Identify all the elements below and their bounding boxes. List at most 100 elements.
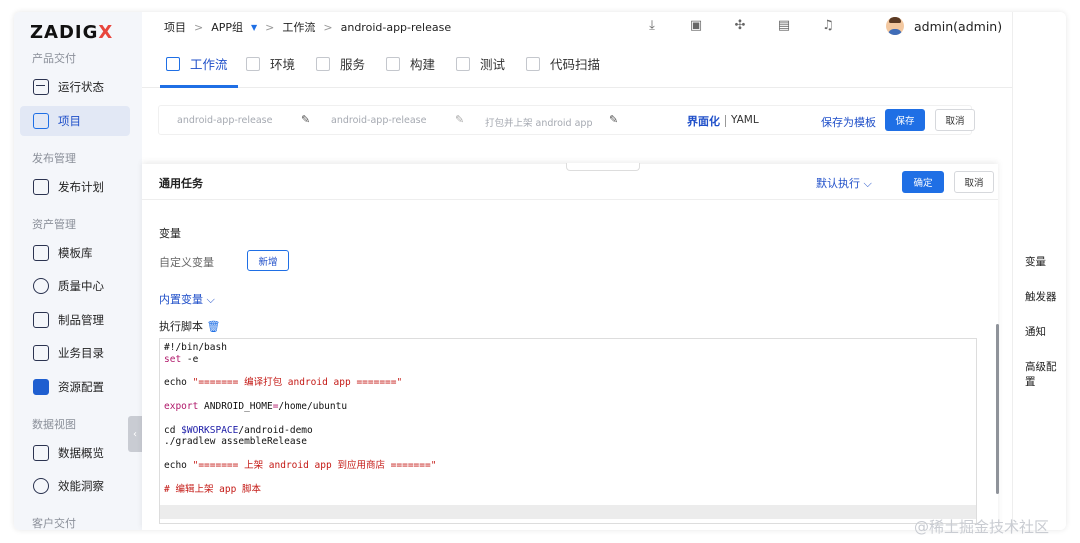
edit-icon[interactable]: ✎	[609, 113, 618, 126]
code-line: #!/bin/bash	[164, 342, 227, 353]
tab-label: 服务	[340, 57, 366, 72]
tab-environment[interactable]: 环境	[246, 54, 295, 73]
tab-workflow[interactable]: 工作流	[166, 54, 228, 73]
catalog-icon	[33, 345, 49, 361]
mode-ui-toggle[interactable]: 界面化	[687, 113, 720, 129]
drawer-cancel-button[interactable]: 取消	[954, 171, 994, 193]
workflow-header-bar: android-app-release ✎ android-app-releas…	[158, 105, 975, 135]
save-as-template-button[interactable]: 保存为模板	[821, 114, 876, 130]
workflow-desc-field[interactable]: 打包并上架 android app	[485, 115, 592, 129]
tab-service[interactable]: 服务	[316, 54, 365, 73]
code-line: # 编辑上架 app 脚本	[164, 483, 262, 495]
script-editor[interactable]: #!/bin/bash set -e echo "======= 编译打包 an…	[159, 338, 977, 524]
breadcrumb: 项目 > APP组 ▼ > 工作流 > android-app-release	[164, 19, 451, 35]
sidebar-item-artifact-management[interactable]: 制品管理	[20, 305, 130, 335]
variables-title: 变量	[159, 227, 181, 240]
tab-label: 构建	[410, 57, 436, 72]
tab-test[interactable]: 测试	[456, 54, 505, 73]
anchor-advanced[interactable]: 高级配置	[1025, 359, 1066, 389]
sidebar-item-label: 发布计划	[58, 180, 104, 194]
sidebar-section-data-view: 数据视图	[32, 418, 76, 431]
tab-label: 环境	[270, 57, 296, 72]
builtin-vars-toggle[interactable]: 内置变量 ⌵	[159, 291, 215, 307]
tab-bar: 工作流 环境 服务 构建 测试 代码扫描	[142, 40, 1066, 88]
sidebar-item-label: 数据概览	[58, 446, 104, 460]
sidebar-item-quality-center[interactable]: 质量中心	[20, 271, 130, 301]
sidebar-item-template-library[interactable]: 模板库	[20, 238, 130, 268]
watermark-text: @稀土掘金技术社区	[914, 518, 1050, 536]
breadcrumb-workflow[interactable]: 工作流	[282, 19, 315, 35]
download-icon[interactable]: ⤓	[644, 18, 660, 34]
save-button[interactable]: 保存	[885, 109, 925, 131]
service-icon	[316, 56, 330, 71]
docs-icon[interactable]: ▤	[776, 18, 792, 34]
anchor-triggers[interactable]: 触发器	[1025, 289, 1057, 304]
divider	[725, 115, 726, 127]
top-icon-group: ⤓ ▣ ✣ ▤ ♫	[644, 18, 836, 34]
code-line: ./gradlew assembleRelease	[164, 436, 307, 448]
scrollbar-thumb[interactable]	[996, 324, 999, 494]
workflow-name-field[interactable]: android-app-release	[177, 115, 272, 126]
tab-label: 工作流	[190, 57, 228, 72]
add-variable-button[interactable]: 新增	[247, 250, 289, 271]
user-menu[interactable]: admin(admin)	[886, 17, 1002, 35]
breadcrumb-projects[interactable]: 项目	[164, 19, 186, 35]
sidebar-item-data-overview[interactable]: 数据概览	[20, 438, 130, 468]
custom-vars-label: 自定义变量	[159, 256, 214, 269]
sidebar-item-label: 资源配置	[58, 380, 104, 394]
breadcrumb-separator: >	[194, 20, 204, 34]
sidebar-section-release: 发布管理	[32, 152, 76, 165]
bell-icon[interactable]: ♫	[820, 18, 836, 34]
code-line: set -e	[164, 353, 199, 365]
sidebar-item-label: 项目	[58, 114, 81, 128]
caret-down-icon[interactable]: ▼	[251, 23, 257, 32]
tab-label: 测试	[480, 57, 506, 72]
plan-icon	[33, 179, 49, 195]
breadcrumb-group[interactable]: APP组	[211, 19, 243, 35]
trash-icon[interactable]: 🗑	[207, 320, 221, 333]
workflow-key-field[interactable]: android-app-release	[331, 115, 426, 126]
sidebar-item-label: 运行状态	[58, 80, 104, 94]
zadig-logo[interactable]: ZADIGX	[30, 22, 113, 43]
cancel-button[interactable]: 取消	[935, 109, 975, 131]
sidebar-item-release-plan[interactable]: 发布计划	[20, 172, 130, 202]
builtin-vars-label: 内置变量	[159, 293, 203, 306]
anchor-nav: 变量 触发器 通知 高级配置	[1012, 12, 1066, 530]
breadcrumb-current: android-app-release	[340, 20, 452, 34]
script-title: 执行脚本 🗑	[159, 318, 220, 334]
sidebar-item-run-status[interactable]: 运行状态	[20, 72, 130, 102]
test-icon	[456, 56, 470, 71]
mode-yaml-toggle[interactable]: YAML	[731, 114, 759, 126]
tab-code-scan[interactable]: 代码扫描	[526, 54, 600, 73]
sidebar-item-efficiency-insight[interactable]: 效能洞察	[20, 471, 130, 501]
sidebar-collapse-handle[interactable]: ‹	[128, 416, 142, 452]
drawer-header: 通用任务 默认执行 ⌵ 确定 取消	[142, 164, 998, 200]
flask-icon	[33, 278, 49, 294]
sidebar-item-resource-config[interactable]: 资源配置	[20, 372, 130, 402]
drawer-title: 通用任务	[159, 177, 203, 190]
edit-icon[interactable]: ✎	[301, 113, 310, 126]
confirm-button[interactable]: 确定	[902, 171, 944, 193]
sidebar-section-customer-delivery: 客户交付	[32, 517, 76, 530]
sidebar-item-project[interactable]: 项目	[20, 106, 130, 136]
build-icon	[386, 56, 400, 71]
chart-icon	[33, 445, 49, 461]
code-line: export ANDROID_HOME=/home/ubuntu	[164, 400, 348, 412]
sidebar-item-label: 制品管理	[58, 313, 104, 327]
run-mode-select[interactable]: 默认执行 ⌵	[816, 175, 872, 191]
tab-build[interactable]: 构建	[386, 54, 435, 73]
language-icon[interactable]: ▣	[688, 18, 704, 34]
anchor-variables[interactable]: 变量	[1025, 254, 1046, 269]
sidebar-item-business-catalog[interactable]: 业务目录	[20, 338, 130, 368]
environment-icon	[246, 56, 260, 71]
plugin-icon[interactable]: ✣	[732, 18, 748, 34]
sidebar-section-product-delivery: 产品交付	[32, 52, 76, 65]
sidebar-section-assets: 资产管理	[32, 218, 76, 231]
anchor-notifications[interactable]: 通知	[1025, 324, 1046, 339]
editor-cursor-line	[160, 505, 976, 519]
code-line: echo "======= 编译打包 android app ======="	[164, 377, 403, 389]
breadcrumb-separator: >	[323, 20, 333, 34]
